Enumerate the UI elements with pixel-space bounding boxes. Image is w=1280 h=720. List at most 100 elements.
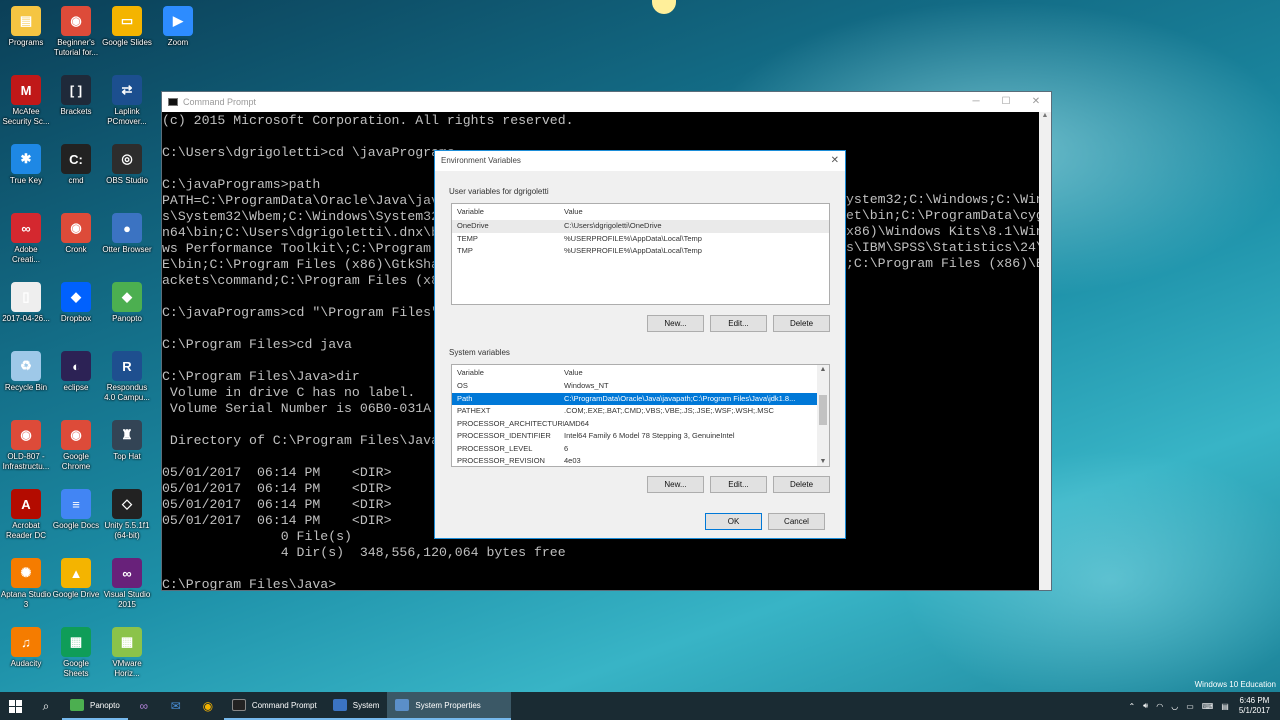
desktop-icon[interactable]: ▯ 2017-04-26... — [0, 278, 52, 324]
system-edit-button[interactable]: Edit... — [710, 476, 767, 493]
app-icon: ✱ — [11, 144, 41, 174]
user-variables-list[interactable]: Variable Value OneDrive C:\Users\dgrigole… — [451, 203, 830, 305]
taskbar-app-command-prompt[interactable]: Command Prompt — [223, 692, 325, 720]
desktop-icon[interactable]: M McAfee Security Sc... — [0, 71, 52, 127]
list-header[interactable]: Variable Value — [452, 365, 829, 380]
desktop-icon[interactable]: ♜ Top Hat — [101, 416, 153, 462]
desktop-icon[interactable]: ◇ Unity 5.5.1f1 (64-bit) — [101, 485, 153, 541]
clock[interactable]: 6:46 PM 5/1/2017 — [1239, 696, 1270, 716]
column-variable[interactable]: Variable — [452, 365, 564, 380]
desktop-icon-label: 2017-04-26... — [2, 314, 50, 323]
desktop-icon[interactable]: ♫ Audacity — [0, 623, 52, 669]
system-list-scrollbar[interactable]: ▲ ▼ — [817, 365, 829, 466]
list-item[interactable]: Path C:\ProgramData\Oracle\Java\javapath;… — [452, 392, 817, 405]
system-delete-button[interactable]: Delete — [773, 476, 830, 493]
keyboard-icon[interactable]: ⌨ — [1202, 702, 1214, 711]
desktop-icon[interactable]: C: cmd — [50, 140, 102, 186]
desktop-icon[interactable]: ● Otter Browser — [101, 209, 153, 255]
notification-icon[interactable]: ▤ — [1221, 702, 1229, 711]
chrome-icon[interactable]: ◉ — [192, 692, 224, 720]
desktop-icon[interactable]: ◆ Dropbox — [50, 278, 102, 324]
maximize-icon[interactable]: ☐ — [991, 92, 1021, 112]
list-item[interactable]: OneDrive C:\Users\dgrigoletti\OneDrive — [452, 220, 829, 233]
desktop-icon[interactable]: ∞ Adobe Creati... — [0, 209, 52, 265]
column-value[interactable]: Value — [564, 365, 829, 380]
cancel-button[interactable]: Cancel — [768, 513, 825, 530]
list-item[interactable]: PROCESSOR_ARCHITECTURE AMD64 — [452, 418, 817, 431]
cmd-scrollbar[interactable]: ▲ — [1039, 112, 1051, 590]
close-icon[interactable]: ✕ — [831, 151, 839, 171]
taskbar-app-panopto[interactable]: Panopto — [62, 692, 128, 720]
desktop-icon[interactable]: A Acrobat Reader DC — [0, 485, 52, 541]
desktop-icon[interactable]: ✱ True Key — [0, 140, 52, 186]
desktop-icon[interactable]: ▭ Google Slides — [101, 2, 153, 48]
user-delete-button[interactable]: Delete — [773, 315, 830, 332]
close-icon[interactable]: ✕ — [1021, 92, 1051, 112]
scroll-up-icon[interactable]: ▲ — [1039, 112, 1051, 124]
desktop-icon[interactable]: ≡ Google Docs — [50, 485, 102, 531]
list-header[interactable]: Variable Value — [452, 204, 829, 220]
chevron-up-icon[interactable]: ⌃ — [1128, 702, 1135, 711]
desktop-icon-label: eclipse — [63, 383, 89, 392]
system-variables-list[interactable]: Variable Value OS Windows_NT Path C:\Progra… — [451, 364, 830, 467]
dialog-titlebar[interactable]: Environment Variables ✕ — [435, 151, 845, 171]
column-variable[interactable]: Variable — [452, 204, 564, 220]
desktop-icon[interactable]: ◐ eclipse — [50, 347, 102, 393]
minimize-icon[interactable]: ─ — [961, 92, 991, 112]
desktop-icon[interactable]: ∞ Visual Studio 2015 — [101, 554, 153, 610]
app-icon: [ ] — [61, 75, 91, 105]
taskbar-app-system-properties[interactable]: System Properties — [387, 692, 511, 720]
desktop-icon[interactable]: ▦ VMware Horiz... — [101, 623, 153, 679]
user-edit-button[interactable]: Edit... — [710, 315, 767, 332]
network-icon[interactable]: ◠ — [1156, 702, 1163, 711]
desktop-icon[interactable]: ⇄ Laplink PCmover... — [101, 71, 153, 127]
desktop-icon[interactable]: ✺ Aptana Studio 3 — [0, 554, 52, 610]
list-item[interactable]: PROCESSOR_LEVEL 6 — [452, 443, 817, 456]
desktop-icon[interactable]: R Respondus 4.0 Campu... — [101, 347, 153, 403]
volume-icon[interactable]: 🔊︎ — [1143, 701, 1148, 711]
variable-name: PATHEXT — [457, 406, 491, 415]
app-icon: ♫ — [11, 627, 41, 657]
desktop-icon[interactable]: ◉ Cronk — [50, 209, 102, 255]
variable-value: %USERPROFILE%\AppData\Local\Temp — [564, 246, 702, 255]
cmd-titlebar[interactable]: Command Prompt — [162, 92, 1051, 112]
desktop-icon[interactable]: ▤ Programs — [0, 2, 52, 48]
desktop-icon[interactable]: ▦ Google Sheets — [50, 623, 102, 679]
ok-button[interactable]: OK — [705, 513, 762, 530]
list-item[interactable]: PROCESSOR_REVISION 4e03 — [452, 455, 817, 466]
environment-variables-dialog[interactable]: Environment Variables ✕ User variables f… — [434, 150, 846, 539]
battery-icon[interactable]: ▭ — [1186, 702, 1194, 711]
desktop-icon-label: Top Hat — [113, 452, 141, 461]
list-item[interactable]: PATHEXT .COM;.EXE;.BAT;.CMD;.VBS;.VBE;.JS… — [452, 405, 817, 418]
desktop-icon[interactable]: ▶ Zoom — [152, 2, 204, 48]
desktop-icon[interactable]: ♻ Recycle Bin — [0, 347, 52, 393]
app-icon: ♻ — [11, 351, 41, 381]
list-item[interactable]: TMP %USERPROFILE%\AppData\Local\Temp — [452, 245, 829, 258]
desktop-icon-label: Google Sheets — [63, 659, 89, 678]
desktop-icon[interactable]: ▲ Google Drive — [50, 554, 102, 600]
list-item[interactable]: TEMP %USERPROFILE%\AppData\Local\Temp — [452, 233, 829, 246]
app-icon: ▶ — [163, 6, 193, 36]
desktop-icon[interactable]: ◉ Google Chrome — [50, 416, 102, 472]
scroll-thumb[interactable] — [819, 395, 827, 425]
list-item[interactable]: PROCESSOR_IDENTIFIER Intel64 Family 6 Mod… — [452, 430, 817, 443]
list-item[interactable]: OS Windows_NT — [452, 380, 817, 393]
desktop-icon[interactable]: ◆ Panopto — [101, 278, 153, 324]
search-icon[interactable]: ⌕ — [30, 692, 62, 720]
scroll-up-icon[interactable]: ▲ — [817, 366, 829, 373]
visual-studio-icon[interactable]: ∞ — [128, 692, 160, 720]
desktop-icon[interactable]: [ ] Brackets — [50, 71, 102, 117]
desktop-icon[interactable]: ◉ Beginner's Tutorial for... — [50, 2, 102, 58]
scroll-down-icon[interactable]: ▼ — [817, 458, 829, 465]
user-new-button[interactable]: New... — [647, 315, 704, 332]
desktop-icon[interactable]: ◉ OLD-807 - Infrastructu... — [0, 416, 52, 472]
wifi-icon[interactable]: ◡ — [1171, 702, 1178, 711]
taskbar-app-label: System — [352, 700, 380, 710]
taskbar-app-system[interactable]: System — [324, 692, 388, 720]
start-button[interactable] — [0, 692, 30, 720]
system-new-button[interactable]: New... — [647, 476, 704, 493]
outlook-icon[interactable]: ✉ — [160, 692, 192, 720]
column-value[interactable]: Value — [564, 204, 829, 220]
desktop-icon-label: Dropbox — [60, 314, 92, 323]
desktop-icon[interactable]: ◎ OBS Studio — [101, 140, 153, 186]
